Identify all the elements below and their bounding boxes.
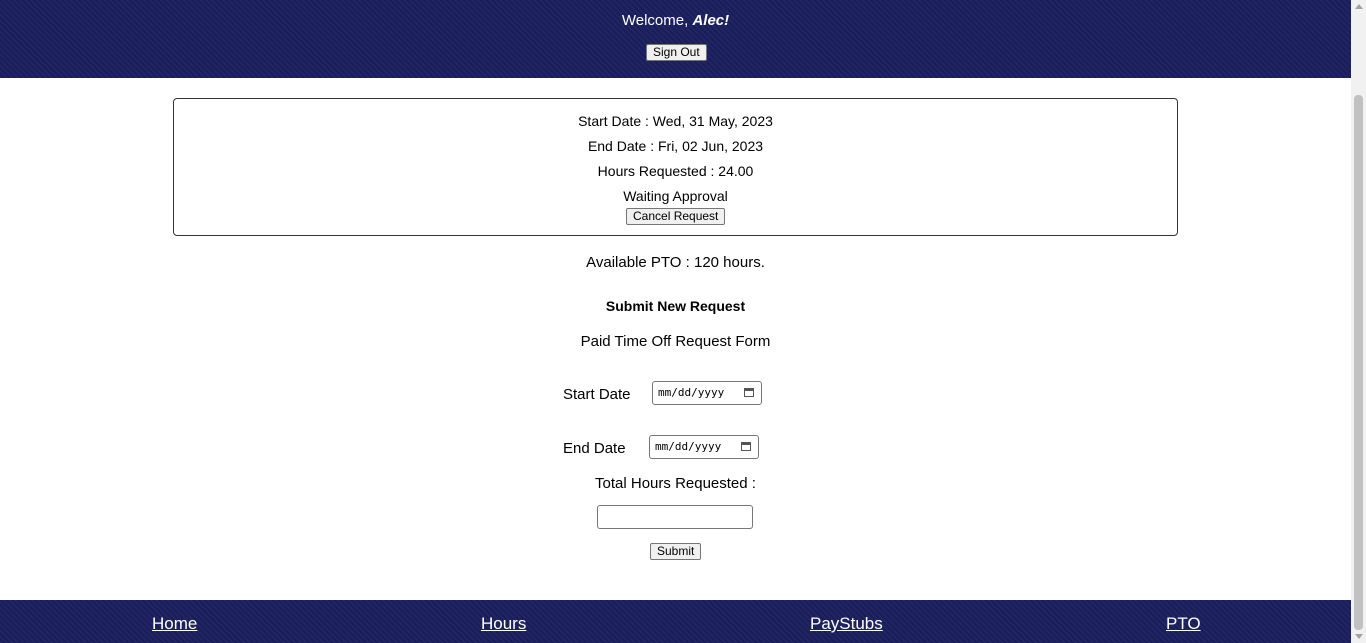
- sign-out-button[interactable]: Sign Out: [646, 44, 707, 61]
- form-title: Paid Time Off Request Form: [580, 333, 771, 350]
- calendar-icon[interactable]: [744, 388, 754, 397]
- start-date-input[interactable]: mm/dd/yyyy: [652, 381, 762, 405]
- end-date-input[interactable]: mm/dd/yyyy: [649, 435, 759, 459]
- form-heading: Submit New Request: [605, 298, 746, 314]
- calendar-icon[interactable]: [741, 442, 751, 451]
- scroll-thumb[interactable]: [1354, 95, 1363, 630]
- welcome-prefix: Welcome,: [621, 12, 689, 29]
- total-hours-label: Total Hours Requested :: [595, 475, 756, 492]
- cancel-request-button[interactable]: Cancel Request: [626, 208, 726, 225]
- request-status: Waiting Approval: [623, 188, 728, 204]
- start-date-placeholder: mm/dd/yyyy: [658, 386, 725, 399]
- submit-button[interactable]: Submit: [650, 543, 702, 560]
- request-start-date: Start Date : Wed, 31 May, 2023: [578, 113, 773, 129]
- vertical-scrollbar[interactable]: [1351, 0, 1366, 643]
- nav-link-hours[interactable]: Hours: [481, 614, 526, 634]
- nav-link-paystubs[interactable]: PayStubs: [810, 614, 883, 634]
- request-end-date: End Date : Fri, 02 Jun, 2023: [587, 138, 764, 154]
- available-pto: Available PTO : 120 hours.: [586, 254, 765, 271]
- scroll-up-icon[interactable]: [1355, 4, 1363, 9]
- request-hours: Hours Requested : 24.00: [597, 163, 754, 179]
- nav-link-pto[interactable]: PTO: [1166, 614, 1201, 634]
- total-hours-input[interactable]: [597, 505, 753, 529]
- nav-link-home[interactable]: Home: [152, 614, 197, 634]
- end-date-placeholder: mm/dd/yyyy: [655, 440, 722, 453]
- start-date-label: Start Date: [563, 386, 631, 403]
- end-date-label: End Date: [563, 440, 626, 457]
- scroll-down-icon[interactable]: [1355, 634, 1363, 639]
- welcome-message: Welcome, Alec!: [0, 12, 1351, 29]
- user-name: Alec!: [692, 12, 730, 29]
- header-bar: Welcome, Alec! Sign Out: [0, 0, 1351, 78]
- footer-nav: Home Hours PayStubs PTO: [0, 600, 1351, 643]
